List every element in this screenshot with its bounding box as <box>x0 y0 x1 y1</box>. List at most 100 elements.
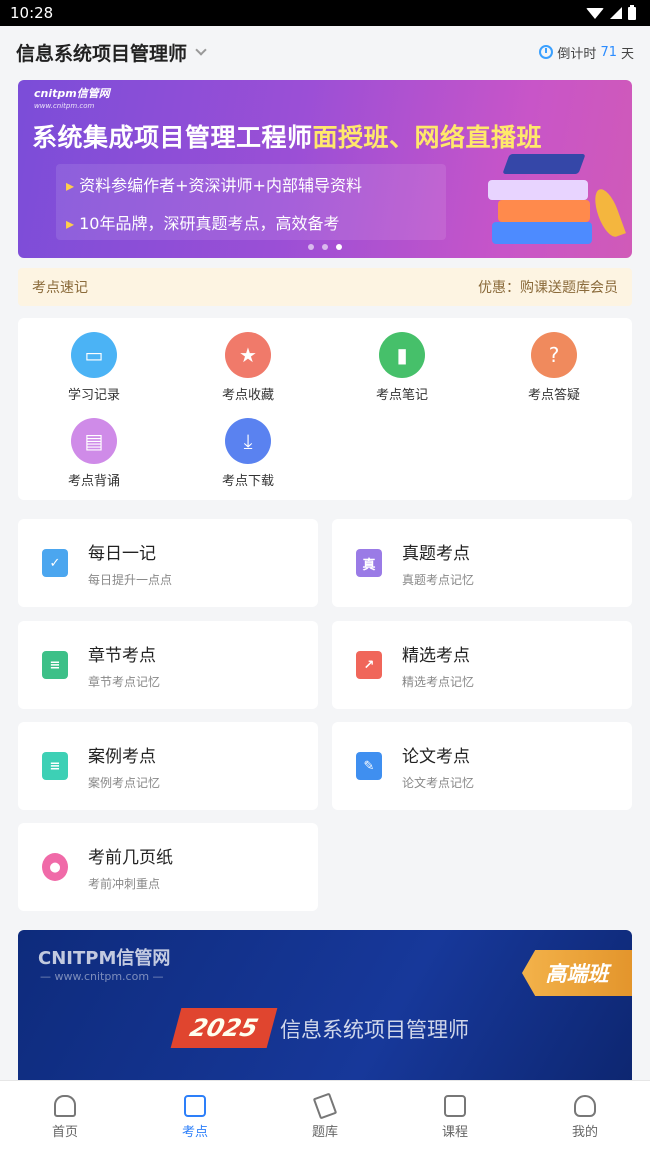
carousel-dot-active[interactable] <box>336 244 342 250</box>
card-title: 章节考点 <box>88 646 156 666</box>
banner-bullet-2: 10年品牌，深研真题考点，高效备考 <box>66 210 436 234</box>
graduation-books-illustration <box>482 154 626 244</box>
tab-label: 题库 <box>311 1125 338 1140</box>
exam-paper-icon: 真 <box>356 549 382 577</box>
card-title: 每日一记 <box>88 544 156 564</box>
grid-item-label: 考点下载 <box>221 474 274 489</box>
status-icons <box>586 4 636 20</box>
tab-question-bank[interactable]: 题库 <box>260 1081 390 1154</box>
banner-bullets: 资料参编作者+资深讲师+内部辅导资料 10年品牌，深研真题考点，高效备考 <box>56 164 446 240</box>
banner2-logo: CNITPM信管网 <box>38 948 171 969</box>
banner-logo-brand: cnitpm信管网 <box>34 87 110 100</box>
question-icon: ? <box>531 332 577 378</box>
tab-label: 课程 <box>441 1125 468 1140</box>
grid-item-label: 学习记录 <box>67 388 120 403</box>
user-icon <box>574 1095 596 1117</box>
banner2-year: 2025 <box>170 1008 278 1048</box>
grid-item-label: 考点背诵 <box>67 474 120 489</box>
countdown-days: 71 <box>600 44 617 60</box>
book-icon <box>444 1095 466 1117</box>
card-title: 精选考点 <box>402 646 470 666</box>
banner-bullet-1: 资料参编作者+资深讲师+内部辅导资料 <box>66 172 436 196</box>
header: 信息系统项目管理师 倒计时 71 天 <box>0 26 650 78</box>
chapter-icon: ≡ <box>42 651 68 679</box>
card-pre-exam-pages[interactable]: ● 考前几页纸 考前冲刺重点 <box>18 823 318 911</box>
exam-title: 信息系统项目管理师 <box>16 42 188 65</box>
card-subtitle: 论文考点记忆 <box>402 776 475 790</box>
card-subtitle: 精选考点记忆 <box>402 675 475 689</box>
course-promo-banner[interactable]: CNITPM信管网 — www.cnitpm.com — 高端班 2025 信息… <box>18 930 632 1090</box>
bottom-tab-bar: 首页 考点 题库 课程 我的 <box>0 1080 650 1154</box>
card-chapter-points[interactable]: ≡ 章节考点 章节考点记忆 <box>18 621 318 709</box>
document-edit-icon: ✎ <box>356 752 382 780</box>
download-icon: ⤓ <box>225 418 271 464</box>
tab-label: 首页 <box>51 1125 78 1140</box>
status-bar: 10:28 <box>0 0 650 26</box>
grid-item-label: 考点收藏 <box>221 388 274 403</box>
grid-item-favorites[interactable]: ★ 考点收藏 <box>188 332 308 403</box>
wifi-icon <box>586 7 604 19</box>
status-time: 10:28 <box>10 4 54 22</box>
card-title: 真题考点 <box>402 544 470 564</box>
notebook-icon: ▮ <box>379 332 425 378</box>
banner-headline: 系统集成项目管理工程师面授班、网络直播班 <box>32 118 542 154</box>
carousel-dot[interactable] <box>322 244 328 250</box>
tab-home[interactable]: 首页 <box>0 1081 130 1154</box>
grid-item-study-record[interactable]: ▭ 学习记录 <box>34 332 154 403</box>
card-subtitle: 考前冲刺重点 <box>88 877 161 891</box>
notice-strip[interactable]: 考点速记 优惠：购课送题库会员 <box>18 268 632 306</box>
tab-label: 考点 <box>181 1125 208 1140</box>
banner-headline-main: 系统集成项目管理工程师 <box>32 123 313 152</box>
exam-countdown: 倒计时 71 天 <box>539 43 634 62</box>
card-title: 考前几页纸 <box>88 848 173 868</box>
tab-courses[interactable]: 课程 <box>390 1081 520 1154</box>
card-subtitle: 案例考点记忆 <box>88 776 161 790</box>
exam-selector[interactable]: 信息系统项目管理师 <box>16 39 207 66</box>
grid-item-qa[interactable]: ? 考点答疑 <box>494 332 614 403</box>
grid-item-label: 考点答疑 <box>527 388 580 403</box>
carousel-dot[interactable] <box>308 244 314 250</box>
card-case-points[interactable]: ≡ 案例考点 案例考点记忆 <box>18 722 318 810</box>
grid-item-recite[interactable]: ▤ 考点背诵 <box>34 418 154 489</box>
promo-banner[interactable]: cnitpm信管网 www.cnitpm.com 系统集成项目管理工程师面授班、… <box>18 80 632 258</box>
card-selected-points[interactable]: ↗ 精选考点 精选考点记忆 <box>332 621 632 709</box>
checklist-icon <box>184 1095 206 1117</box>
alarm-clock-icon <box>539 45 554 59</box>
card-subtitle: 真题考点记忆 <box>402 573 475 587</box>
recite-icon: ▤ <box>71 418 117 464</box>
card-subtitle: 章节考点记忆 <box>88 675 161 689</box>
card-daily-note[interactable]: ✓ 每日一记 每日提升一点点 <box>18 519 318 607</box>
signal-icon <box>610 7 622 19</box>
notice-left-label: 考点速记 <box>32 280 88 296</box>
grid-item-notes[interactable]: ▮ 考点笔记 <box>342 332 462 403</box>
tab-mine[interactable]: 我的 <box>520 1081 650 1154</box>
study-record-icon: ▭ <box>71 332 117 378</box>
countdown-suffix: 天 <box>620 46 634 62</box>
clipboard-icon: ≡ <box>42 752 68 780</box>
banner-logo-url: www.cnitpm.com <box>34 102 95 110</box>
premium-class-tag: 高端班 <box>522 950 632 996</box>
card-subtitle: 每日提升一点点 <box>88 573 173 587</box>
star-icon: ★ <box>225 332 271 378</box>
tab-label: 我的 <box>571 1125 598 1140</box>
notice-promo-label: 优惠：购课送题库会员 <box>478 280 618 296</box>
countdown-prefix: 倒计时 <box>557 46 597 62</box>
lightbulb-icon: ● <box>42 853 68 881</box>
card-title: 论文考点 <box>402 747 470 767</box>
banner-logo: cnitpm信管网 www.cnitpm.com <box>34 88 110 112</box>
tab-key-points[interactable]: 考点 <box>130 1081 260 1154</box>
feature-grid: ▭ 学习记录 ★ 考点收藏 ▮ 考点笔记 ? 考点答疑 ▤ 考点背诵 ⤓ 考点下… <box>18 318 632 500</box>
pencil-icon <box>312 1092 338 1120</box>
battery-icon <box>628 4 636 20</box>
bookmark-check-icon: ✓ <box>42 549 68 577</box>
banner-headline-highlight: 面授班、网络直播班 <box>312 123 543 152</box>
card-essay-points[interactable]: ✎ 论文考点 论文考点记忆 <box>332 722 632 810</box>
chevron-down-icon <box>195 44 207 56</box>
banner2-title: 信息系统项目管理师 <box>280 1018 469 1042</box>
card-title: 案例考点 <box>88 747 156 767</box>
grid-item-label: 考点笔记 <box>375 388 428 403</box>
grid-item-download[interactable]: ⤓ 考点下载 <box>188 418 308 489</box>
banner2-url: — www.cnitpm.com — <box>40 970 164 983</box>
trend-chart-icon: ↗ <box>356 651 382 679</box>
card-real-exam-points[interactable]: 真 真题考点 真题考点记忆 <box>332 519 632 607</box>
